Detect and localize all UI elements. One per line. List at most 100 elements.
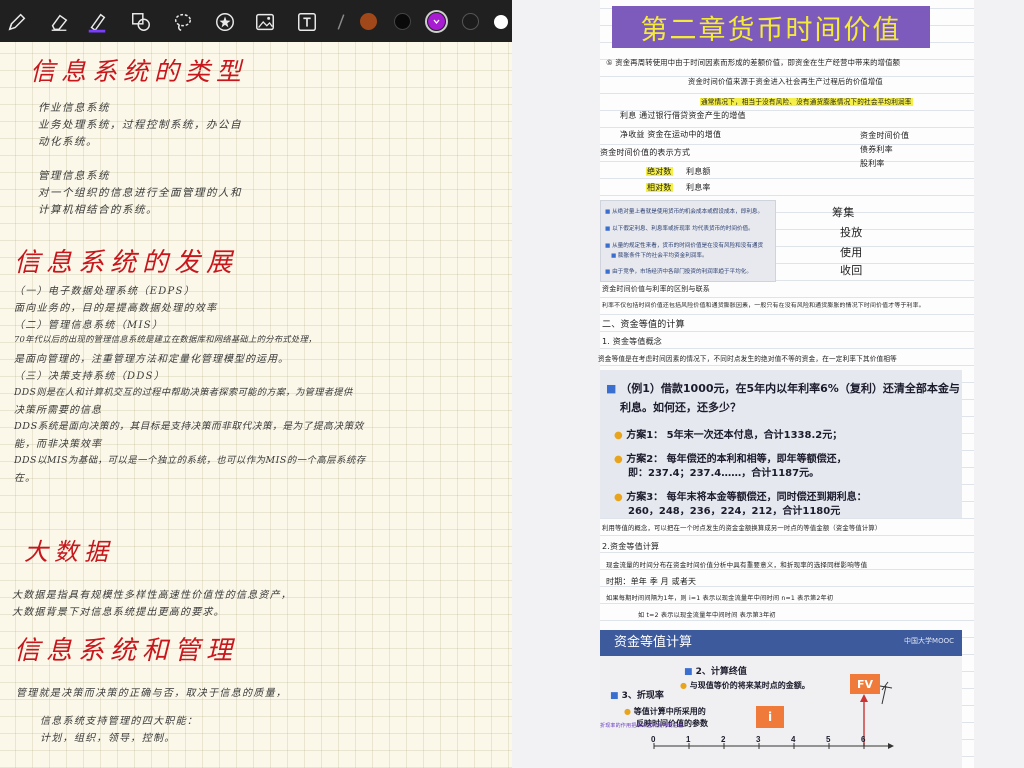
- definition-line-cont: 膨胀条件下的社会平均资金利润率。: [605, 251, 708, 259]
- heading-big-data: 大数据: [24, 538, 114, 566]
- note-line: 如 t=2 表示以现金流量年中间时间 表示第3年初: [638, 612, 776, 619]
- definition-line: 从绝对量上看就是使用货币的机会成本或假设成本，即利息。: [605, 207, 763, 215]
- notebook-page[interactable]: 信息系统的类型 作业信息系统 业务处理系统，过程控制系统，办公自 动化系统。 管…: [0, 42, 512, 768]
- note-line: 对一个组织的信息进行全面管理的人和: [38, 187, 242, 199]
- plan-text: 方案1： 5年末一次还本付息，合计1338.2元；: [626, 430, 843, 441]
- section-heading: 二、资金等值的计算: [602, 320, 685, 330]
- note-line: ⑤ 资金再周转使用中由于时间因素而形成的差额价值，即资金在生产经营中带来的增值额: [606, 58, 901, 67]
- note-line: 信息系统支持管理的四大职能：: [40, 716, 199, 727]
- highlighter-icon[interactable]: [86, 11, 108, 33]
- note-line: 是面向管理的，注重管理方法和定量化管理模型的运用。: [14, 354, 289, 365]
- note-line: 作业信息系统: [38, 102, 110, 114]
- color-swatch-brown[interactable]: [360, 13, 377, 30]
- note-line: 净收益 资金在运动中的增值: [620, 130, 722, 139]
- note-line: 在。: [14, 473, 36, 484]
- shapes-icon[interactable]: [130, 11, 152, 33]
- heading-info-system-types: 信息系统的类型: [30, 57, 248, 86]
- highlighted-text: 相对数: [646, 183, 673, 192]
- scanned-note-page[interactable]: 第二章货币时间价值 ⑤ 资金再周转使用中由于时间因素而形成的差额价值，即资金在生…: [598, 0, 974, 768]
- lecture-slide: 资金等值计算 中国大学MOOC ■ 2、计算终值 ● 与现值等价的将来某时点的金…: [600, 630, 962, 768]
- example-slide: ■ （例1）借款1000元，在5年内以年利率6%（复利）还清全部本金与 利息。如…: [600, 370, 962, 518]
- note-line: 时期：单年 季 月 或者天: [606, 577, 697, 586]
- cash-flow-timeline: 0 1 2 3 4 5 6: [651, 681, 894, 749]
- note-line: 2.资金等值计算: [602, 542, 660, 551]
- note-line: 资金时间价值的表示方式: [600, 148, 691, 157]
- note-line: 债券利率: [860, 145, 893, 154]
- note-line: 资金时间价值: [860, 131, 910, 140]
- note-line: 资金时间价值与利率的区别与联系: [602, 285, 710, 293]
- timeline-tick-label: 2: [721, 735, 726, 744]
- text-box-icon[interactable]: [296, 11, 318, 33]
- definition-line: 由于竞争，市场经济中各部门投资的利润率趋于平均化。: [605, 267, 752, 275]
- heading-info-system-and-management: 信息系统和管理: [14, 636, 239, 666]
- handwritten-mark: [879, 681, 893, 705]
- color-swatch-black[interactable]: [394, 13, 411, 30]
- note-line: 投放: [840, 226, 863, 239]
- heading-info-system-development: 信息系统的发展: [14, 248, 239, 278]
- note-line: 决策所需要的信息: [14, 405, 102, 416]
- timeline-tick-label: 0: [651, 735, 656, 744]
- color-swatch-dark[interactable]: [462, 13, 479, 30]
- note-line: 利息率: [686, 183, 711, 192]
- note-line: 管理就是决策而决策的正确与否，取决于信息的质量，: [16, 688, 288, 699]
- note-line: （三）决策支持系统（DDS）: [14, 371, 166, 382]
- note-line: 计算机相结合的系统。: [38, 204, 158, 216]
- example-question: ■ （例1）借款1000元，在5年内以年利率6%（复利）还清全部本金与: [606, 380, 960, 396]
- timeline-tick-label: 5: [826, 735, 831, 744]
- note-line: DDS系统是面向决策的，其目标是支持决策而非取代决策，是为了提高决策效: [14, 421, 364, 432]
- plan-text-cont: 即：237.4；237.4……，合计1187元。: [628, 468, 820, 479]
- drawing-toolbar: [0, 0, 512, 42]
- plan-text-cont: 260，248，236，224，212，合计1180元: [628, 506, 841, 517]
- plan-item: ● 方案3： 每年末将本金等额偿还，同时偿还到期利息：: [614, 488, 867, 503]
- chevron-down-icon: [433, 19, 440, 25]
- fv-arrow-head: [860, 694, 868, 702]
- document-viewer-pane: 第二章货币时间价值 ⑤ 资金再周转使用中由于时间因素而形成的差额价值，即资金在生…: [512, 0, 1024, 768]
- note-line: 绝对数: [646, 166, 673, 177]
- note-line: 资金时间价值来源于资金进入社会再生产过程后的价值增值: [688, 77, 883, 86]
- note-line: 利息额: [686, 167, 711, 176]
- example-question-cont: 利息。如何还，还多少？: [620, 401, 741, 414]
- note-line: 如果每期时间间隔为1年，则 i=1 表示以现金流量年中间时间 n=1 表示第2年…: [606, 595, 834, 602]
- eraser-icon[interactable]: [48, 11, 70, 33]
- bullet-icon: ●: [614, 430, 627, 441]
- note-line: 利用等值的概念，可以把在一个时点发生的资金金额换算成另一时点的等值金额（资金等值…: [602, 525, 882, 532]
- timeline-tick-label: 1: [686, 735, 691, 744]
- color-swatch-white[interactable]: [494, 15, 508, 29]
- image-icon[interactable]: [254, 11, 276, 33]
- highlighted-text: 绝对数: [646, 167, 673, 176]
- note-line: 大数据背景下对信息系统提出更高的要求。: [12, 607, 225, 618]
- timeline-tick-label: 6: [861, 735, 866, 744]
- example-question-text: （例1）借款1000元，在5年内以年利率6%（复利）还清全部本金与: [620, 382, 960, 395]
- lasso-icon[interactable]: [172, 11, 194, 33]
- note-line: 利息 通过银行借贷资金产生的增值: [620, 111, 746, 120]
- note-line: 面向业务的，目的是提高数据处理的效率: [14, 303, 218, 314]
- note-line: 动化系统。: [38, 136, 98, 148]
- note-line: 大数据是指具有规模性多样性高速性价值性的信息资产，: [12, 590, 292, 601]
- plan-item: ● 方案1： 5年末一次还本付息，合计1338.2元；: [614, 426, 842, 441]
- note-line: 1. 资金等值概念: [602, 337, 662, 346]
- bullet-icon: ●: [614, 492, 627, 503]
- note-line: 业务处理系统，过程控制系统，办公自: [38, 119, 242, 131]
- note-line: 股利率: [860, 159, 885, 168]
- note-line: 相对数: [646, 182, 673, 193]
- note-line: 收回: [840, 264, 863, 277]
- definition-line: 从量的规定性来看，货币的时间价值是在没有风险和没有通货: [605, 241, 763, 249]
- note-line: 管理信息系统: [38, 170, 110, 182]
- plan-item: ● 方案2： 每年偿还的本利和相等，即年等额偿还，: [614, 450, 847, 465]
- definition-line: 以下假定利息、利息率或折现率 均代表货币的时间价值。: [605, 224, 754, 232]
- color-swatch-purple[interactable]: [425, 10, 448, 33]
- note-line: 使用: [840, 246, 863, 259]
- more-tools-icon[interactable]: [334, 11, 348, 33]
- note-line: 现金流量的时间分布在资金时间价值分析中具有重要意义，和折现率的选择同样影响等值: [606, 561, 868, 569]
- sticker-icon[interactable]: [214, 11, 236, 33]
- timeline-tick-label: 4: [791, 735, 796, 744]
- pencil-icon[interactable]: [6, 11, 28, 33]
- definition-box: 从绝对量上看就是使用货币的机会成本或假设成本，即利息。 以下假定利息、利息率或折…: [600, 200, 776, 282]
- note-line: 资金等值是在考虑时间因素的情况下，不同时点发生的绝对值不等的资金，在一定利率下其…: [598, 355, 897, 363]
- chapter-title: 第二章货币时间价值: [612, 6, 930, 48]
- note-line: 70年代以后的出现的管理信息系统是建立在数据库和网络基础上的分布式处理，: [14, 334, 317, 344]
- note-line: （二）管理信息系统（MIS）: [14, 320, 164, 331]
- note-line: DDS则是在人和计算机交互的过程中帮助决策者探索可能的方案，为管理者提供: [14, 387, 353, 398]
- square-bullet-icon: ■: [606, 382, 621, 395]
- notes-app-pane: 信息系统的类型 作业信息系统 业务处理系统，过程控制系统，办公自 动化系统。 管…: [0, 0, 512, 768]
